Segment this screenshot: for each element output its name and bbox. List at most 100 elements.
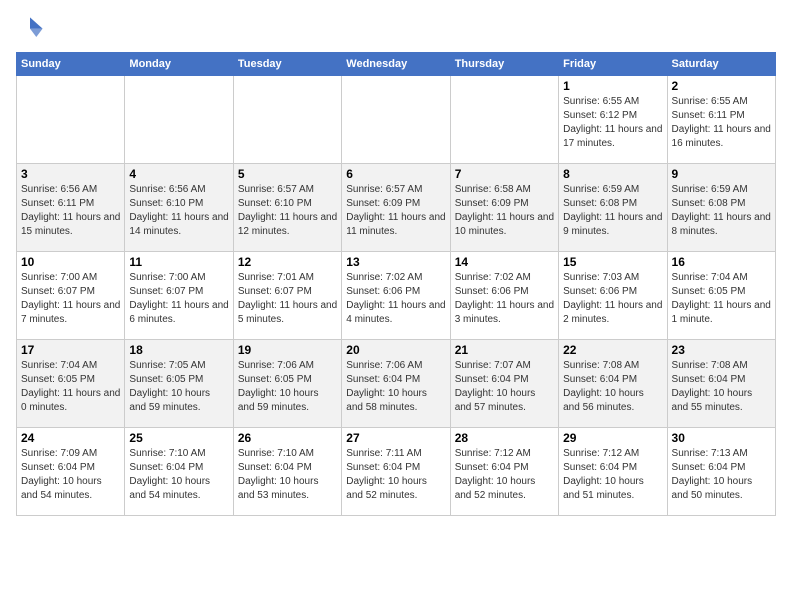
column-header-wednesday: Wednesday [342,53,450,76]
day-info: Sunrise: 7:13 AM Sunset: 6:04 PM Dayligh… [672,447,771,503]
calendar-cell [450,76,558,164]
day-number: 17 [21,343,120,357]
day-number: 19 [238,343,337,357]
day-info: Sunrise: 7:06 AM Sunset: 6:05 PM Dayligh… [238,359,337,415]
calendar-week-row: 24 Sunrise: 7:09 AM Sunset: 6:04 PM Dayli… [17,428,776,516]
day-number: 14 [455,255,554,269]
day-number: 24 [21,431,120,445]
calendar-cell: 1 Sunrise: 6:55 AM Sunset: 6:12 PM Daylig… [559,76,667,164]
day-info: Sunrise: 7:00 AM Sunset: 6:07 PM Dayligh… [21,271,120,327]
day-info: Sunrise: 7:08 AM Sunset: 6:04 PM Dayligh… [563,359,662,415]
calendar-header-row: SundayMondayTuesdayWednesdayThursdayFrid… [17,53,776,76]
day-info: Sunrise: 6:58 AM Sunset: 6:09 PM Dayligh… [455,183,554,239]
calendar-cell: 6 Sunrise: 6:57 AM Sunset: 6:09 PM Daylig… [342,164,450,252]
day-number: 29 [563,431,662,445]
day-info: Sunrise: 6:57 AM Sunset: 6:10 PM Dayligh… [238,183,337,239]
column-header-monday: Monday [125,53,233,76]
calendar-cell: 25Sunrise: 7:10 AM Sunset: 6:04 PM Dayli… [125,428,233,516]
calendar-cell: 27 Sunrise: 7:11 AM Sunset: 6:04 PM Dayli… [342,428,450,516]
calendar-cell: 3 Sunrise: 6:56 AM Sunset: 6:11 PM Daylig… [17,164,125,252]
day-number: 27 [346,431,445,445]
calendar-cell: 2Sunrise: 6:55 AM Sunset: 6:11 PM Daylig… [667,76,775,164]
day-number: 4 [129,167,228,181]
column-header-tuesday: Tuesday [233,53,341,76]
calendar-cell [125,76,233,164]
calendar-cell: 13 Sunrise: 7:02 AM Sunset: 6:06 PM Dayli… [342,252,450,340]
column-header-thursday: Thursday [450,53,558,76]
day-number: 15 [563,255,662,269]
day-info: Sunrise: 7:01 AM Sunset: 6:07 PM Dayligh… [238,271,337,327]
day-number: 11 [129,255,228,269]
calendar-cell: 14Sunrise: 7:02 AM Sunset: 6:06 PM Dayli… [450,252,558,340]
calendar-cell: 15 Sunrise: 7:03 AM Sunset: 6:06 PM Dayli… [559,252,667,340]
day-number: 18 [129,343,228,357]
day-info: Sunrise: 7:09 AM Sunset: 6:04 PM Dayligh… [21,447,120,503]
calendar-cell: 19 Sunrise: 7:06 AM Sunset: 6:05 PM Dayli… [233,340,341,428]
day-info: Sunrise: 7:02 AM Sunset: 6:06 PM Dayligh… [346,271,445,327]
calendar-cell: 22 Sunrise: 7:08 AM Sunset: 6:04 PM Dayli… [559,340,667,428]
calendar-cell [342,76,450,164]
day-info: Sunrise: 6:57 AM Sunset: 6:09 PM Dayligh… [346,183,445,239]
day-number: 25 [129,431,228,445]
calendar-cell: 8 Sunrise: 6:59 AM Sunset: 6:08 PM Daylig… [559,164,667,252]
day-number: 13 [346,255,445,269]
day-number: 6 [346,167,445,181]
day-info: Sunrise: 6:59 AM Sunset: 6:08 PM Dayligh… [563,183,662,239]
calendar-cell: 16 Sunrise: 7:04 AM Sunset: 6:05 PM Dayli… [667,252,775,340]
calendar-week-row: 3 Sunrise: 6:56 AM Sunset: 6:11 PM Daylig… [17,164,776,252]
calendar-cell: 28 Sunrise: 7:12 AM Sunset: 6:04 PM Dayli… [450,428,558,516]
day-info: Sunrise: 7:00 AM Sunset: 6:07 PM Dayligh… [129,271,228,327]
day-info: Sunrise: 7:04 AM Sunset: 6:05 PM Dayligh… [672,271,771,327]
calendar-cell: 17Sunrise: 7:04 AM Sunset: 6:05 PM Dayli… [17,340,125,428]
day-info: Sunrise: 7:12 AM Sunset: 6:04 PM Dayligh… [455,447,554,503]
day-info: Sunrise: 6:55 AM Sunset: 6:11 PM Dayligh… [672,95,771,151]
calendar-cell: 18 Sunrise: 7:05 AM Sunset: 6:05 PM Dayli… [125,340,233,428]
day-number: 12 [238,255,337,269]
day-number: 20 [346,343,445,357]
calendar-cell: 7 Sunrise: 6:58 AM Sunset: 6:09 PM Daylig… [450,164,558,252]
day-info: Sunrise: 7:11 AM Sunset: 6:04 PM Dayligh… [346,447,445,503]
day-info: Sunrise: 6:56 AM Sunset: 6:11 PM Dayligh… [21,183,120,239]
column-header-sunday: Sunday [17,53,125,76]
logo [16,16,46,44]
day-number: 5 [238,167,337,181]
logo-icon [16,16,44,44]
calendar-cell: 5 Sunrise: 6:57 AM Sunset: 6:10 PM Daylig… [233,164,341,252]
day-info: Sunrise: 6:56 AM Sunset: 6:10 PM Dayligh… [129,183,228,239]
calendar-cell: 20 Sunrise: 7:06 AM Sunset: 6:04 PM Dayli… [342,340,450,428]
day-number: 8 [563,167,662,181]
page-header [16,16,776,44]
day-info: Sunrise: 7:10 AM Sunset: 6:04 PM Dayligh… [238,447,337,503]
calendar-week-row: 10 Sunrise: 7:00 AM Sunset: 6:07 PM Dayli… [17,252,776,340]
calendar-cell [233,76,341,164]
calendar-cell: 30 Sunrise: 7:13 AM Sunset: 6:04 PM Dayli… [667,428,775,516]
calendar-cell: 21Sunrise: 7:07 AM Sunset: 6:04 PM Dayli… [450,340,558,428]
day-number: 22 [563,343,662,357]
day-info: Sunrise: 7:05 AM Sunset: 6:05 PM Dayligh… [129,359,228,415]
day-info: Sunrise: 7:03 AM Sunset: 6:06 PM Dayligh… [563,271,662,327]
day-info: Sunrise: 7:08 AM Sunset: 6:04 PM Dayligh… [672,359,771,415]
calendar-cell: 24 Sunrise: 7:09 AM Sunset: 6:04 PM Dayli… [17,428,125,516]
column-header-saturday: Saturday [667,53,775,76]
calendar-week-row: 1 Sunrise: 6:55 AM Sunset: 6:12 PM Daylig… [17,76,776,164]
day-number: 3 [21,167,120,181]
day-number: 28 [455,431,554,445]
calendar-cell: 11 Sunrise: 7:00 AM Sunset: 6:07 PM Dayli… [125,252,233,340]
day-number: 10 [21,255,120,269]
day-number: 16 [672,255,771,269]
day-info: Sunrise: 6:59 AM Sunset: 6:08 PM Dayligh… [672,183,771,239]
day-info: Sunrise: 6:55 AM Sunset: 6:12 PM Dayligh… [563,95,662,151]
day-info: Sunrise: 7:06 AM Sunset: 6:04 PM Dayligh… [346,359,445,415]
calendar-table: SundayMondayTuesdayWednesdayThursdayFrid… [16,52,776,516]
calendar-cell: 29Sunrise: 7:12 AM Sunset: 6:04 PM Dayli… [559,428,667,516]
day-number: 21 [455,343,554,357]
day-number: 30 [672,431,771,445]
calendar-cell: 23 Sunrise: 7:08 AM Sunset: 6:04 PM Dayli… [667,340,775,428]
calendar-cell: 26Sunrise: 7:10 AM Sunset: 6:04 PM Dayli… [233,428,341,516]
calendar-cell: 12 Sunrise: 7:01 AM Sunset: 6:07 PM Dayli… [233,252,341,340]
calendar-cell: 4 Sunrise: 6:56 AM Sunset: 6:10 PM Daylig… [125,164,233,252]
day-number: 1 [563,79,662,93]
calendar-week-row: 17Sunrise: 7:04 AM Sunset: 6:05 PM Dayli… [17,340,776,428]
day-number: 7 [455,167,554,181]
day-number: 23 [672,343,771,357]
